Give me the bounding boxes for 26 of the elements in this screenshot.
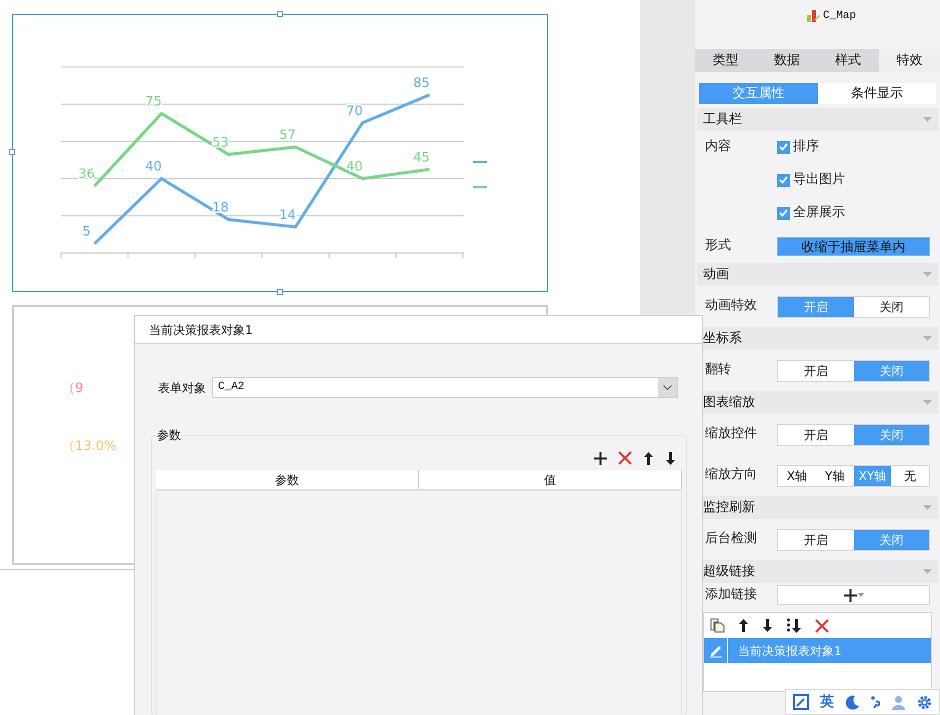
column-header: 参数 bbox=[156, 470, 419, 489]
data-label: 45 bbox=[413, 150, 430, 166]
field-label: 后台检测 bbox=[705, 530, 758, 548]
data-label: 40 bbox=[346, 160, 363, 175]
data-label: 53 bbox=[212, 135, 229, 150]
data-label: 40 bbox=[145, 160, 162, 175]
data-label: 70 bbox=[346, 104, 363, 119]
data-label: 85 bbox=[413, 76, 430, 91]
column-header: 值 bbox=[419, 470, 682, 489]
field-label: 内容 bbox=[705, 138, 732, 156]
field-label: 表单对象 bbox=[158, 380, 206, 396]
field-label: 缩放方向 bbox=[705, 466, 758, 484]
chart-label: （13.0% bbox=[62, 438, 116, 456]
dialog-title: 当前决策报表对象1 bbox=[135, 316, 702, 344]
field-label: 动画特效 bbox=[705, 297, 758, 315]
data-label: 57 bbox=[279, 128, 296, 143]
data-label: 5 bbox=[82, 224, 91, 240]
group-title: 参数 bbox=[156, 426, 182, 444]
data-label: 36 bbox=[78, 167, 95, 182]
field-label: 翻转 bbox=[705, 361, 732, 379]
field-label: 缩放控件 bbox=[705, 425, 758, 443]
data-label: 75 bbox=[145, 94, 162, 110]
field-label: 形式 bbox=[705, 237, 732, 256]
data-label: 14 bbox=[279, 208, 296, 223]
chart-label: （9 bbox=[62, 380, 84, 398]
field-label: 添加链接 bbox=[705, 586, 758, 604]
